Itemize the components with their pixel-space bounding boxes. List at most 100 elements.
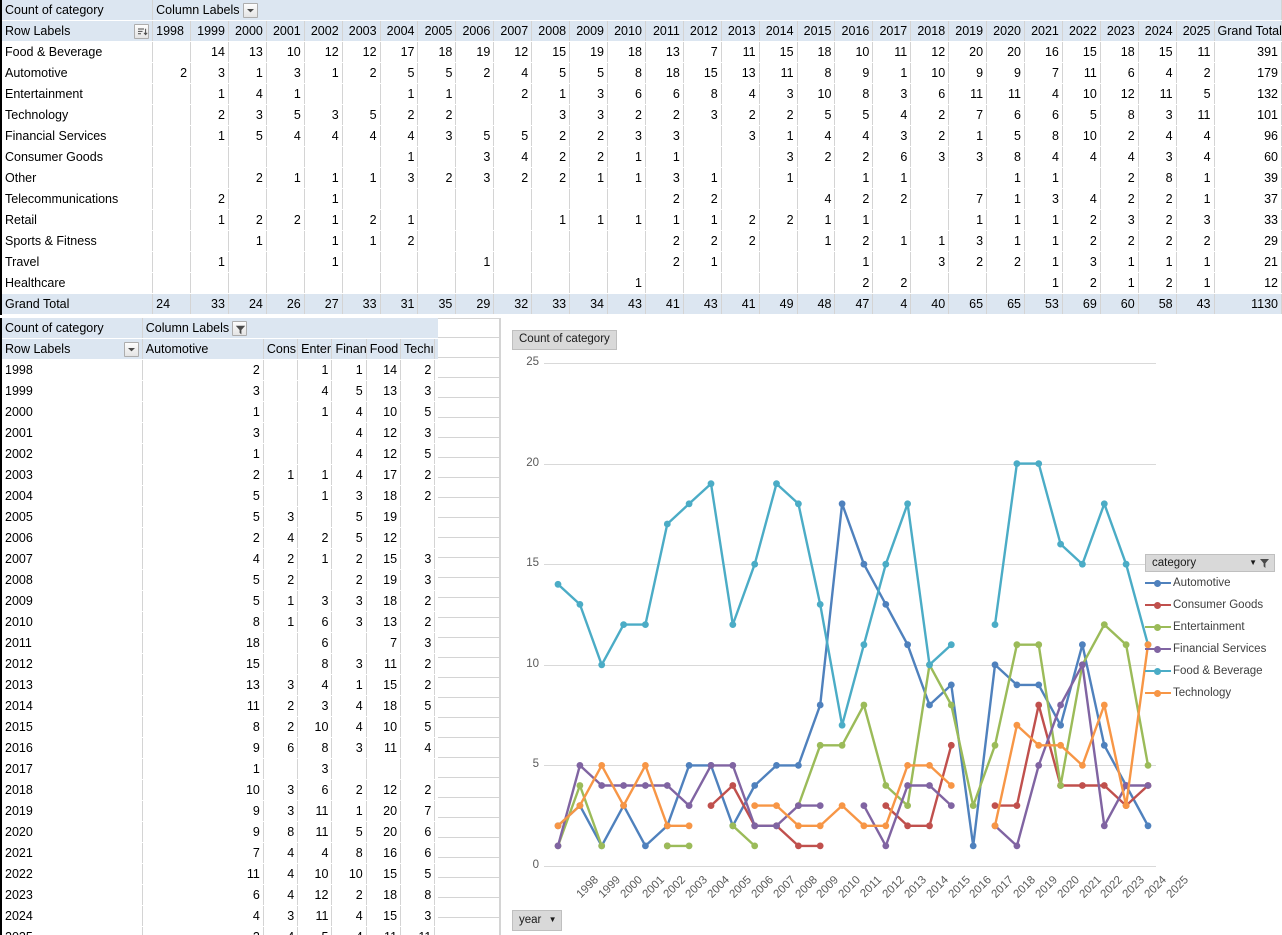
pivot2-cell[interactable]: 1 [331, 359, 367, 381]
pivot1-cell[interactable]: 3 [380, 167, 419, 189]
pivot-table-2[interactable]: Count of category Column Labels Row Labels… [0, 318, 501, 935]
empty-cell[interactable] [438, 438, 500, 458]
pivot2-cell[interactable]: 4 [142, 905, 264, 927]
pivot2-cell[interactable]: 2 [263, 548, 299, 570]
pivot1-cell[interactable] [417, 251, 457, 273]
pivot-table-1[interactable]: Count of category Column Labels Row Labels… [0, 0, 1282, 315]
pivot1-cell[interactable]: 1 [304, 209, 343, 231]
pivot1-cell[interactable] [872, 251, 912, 273]
table-row[interactable]: 2007421215327 [0, 548, 500, 570]
pivot1-cell[interactable]: 1 [1176, 272, 1215, 294]
pivot2-cell[interactable]: 18 [366, 695, 402, 717]
pivot2-cell[interactable]: 10 [366, 716, 402, 738]
table-row[interactable]: 20209811520659 [0, 821, 500, 843]
pivot1-col-header-2019[interactable]: 2019 [948, 20, 988, 42]
pivot2-cell[interactable]: 3 [400, 548, 436, 570]
pivot1-cell[interactable] [152, 104, 192, 126]
pivot2-cell[interactable]: 5 [400, 443, 436, 465]
pivot1-col-header-2006[interactable]: 2006 [455, 20, 495, 42]
empty-cell[interactable] [438, 698, 500, 718]
pivot1-cell[interactable]: 2 [1062, 272, 1101, 294]
pivot2-cell[interactable] [331, 758, 367, 780]
pivot1-cell[interactable]: 2 [910, 125, 950, 147]
pivot2-col-header[interactable]: Techı [400, 338, 436, 360]
pivot1-col-header-2021[interactable]: 2021 [1024, 20, 1063, 42]
pivot1-cell[interactable]: 5 [986, 125, 1025, 147]
pivot1-cell[interactable]: 15 [759, 41, 798, 63]
pivot2-cell[interactable]: 3 [400, 905, 436, 927]
pivot1-cell[interactable] [948, 167, 988, 189]
pivot1-row-label[interactable]: Financial Services [0, 125, 154, 147]
pivot2-cell[interactable]: 1 [297, 359, 333, 381]
chart-legend[interactable]: category ▼ Automotive Consumer Goods Enter… [1145, 554, 1275, 704]
pivot1-col-header-2022[interactable]: 2022 [1062, 20, 1101, 42]
pivot2-cell[interactable]: 4 [331, 464, 367, 486]
pivot2-cell[interactable]: 2 [142, 359, 264, 381]
pivot1-row-label[interactable]: Technology [0, 104, 154, 126]
pivot1-cell[interactable] [531, 188, 571, 210]
pivot2-row-labels-cell[interactable]: Row Labels [0, 338, 143, 360]
pivot1-cell[interactable]: 11 [759, 62, 798, 84]
pivot1-cell[interactable]: 8 [834, 83, 874, 105]
pivot1-cell[interactable]: 2 [1138, 272, 1177, 294]
pivot1-cell[interactable]: 7 [683, 41, 722, 63]
pivot1-cell[interactable]: 4 [797, 125, 836, 147]
pivot1-row-label[interactable]: Food & Beverage [0, 41, 154, 63]
pivot2-cell[interactable]: 12 [297, 884, 333, 906]
pivot1-row-label[interactable]: Retail [0, 209, 154, 231]
legend-item[interactable]: Technology [1145, 682, 1275, 704]
pivot2-cell[interactable]: 2 [400, 590, 436, 612]
pivot1-cell[interactable]: 2 [645, 251, 684, 273]
pivot1-cell[interactable]: 2 [493, 167, 533, 189]
legend-item[interactable]: Financial Services [1145, 638, 1275, 660]
pivot1-cell[interactable] [493, 188, 533, 210]
pivot1-cell[interactable] [152, 272, 192, 294]
pivot1-cell[interactable] [152, 251, 192, 273]
pivot2-cell[interactable]: 4 [297, 674, 333, 696]
pivot1-cell[interactable]: 1 [645, 209, 684, 231]
pivot1-cell[interactable]: 8 [797, 62, 836, 84]
pivot1-cell[interactable]: 1 [569, 167, 609, 189]
pivot2-cell[interactable]: 7 [366, 632, 402, 654]
pivot2-cell[interactable]: 15 [142, 653, 264, 675]
pivot1-cell[interactable]: 3 [1024, 188, 1063, 210]
pivot1-cell[interactable]: 1 [834, 251, 874, 273]
pivot2-cell[interactable] [263, 485, 299, 507]
pivot1-cell[interactable]: 12 [493, 41, 533, 63]
pivot1-cell[interactable]: 5 [569, 62, 609, 84]
pivot2-row-label[interactable]: 2000 [0, 401, 143, 423]
pivot1-cell[interactable] [721, 146, 760, 168]
pivot2-cell[interactable]: 4 [297, 380, 333, 402]
table-row[interactable]: 2021744816645 [0, 842, 500, 864]
pivot1-cell[interactable] [531, 230, 571, 252]
pivot1-cell[interactable]: 2 [266, 209, 305, 231]
pivot1-cell[interactable]: 1 [607, 209, 646, 231]
pivot1-cell[interactable]: 2 [1100, 167, 1139, 189]
pivot1-cell[interactable]: 1 [683, 251, 722, 273]
pivot1-cell[interactable]: 1 [1176, 251, 1215, 273]
pivot1-cell[interactable] [872, 209, 912, 231]
pivot2-cell[interactable]: 1 [297, 485, 333, 507]
pivot2-cell[interactable]: 11 [366, 926, 402, 935]
pivot1-col-header-2018[interactable]: 2018 [910, 20, 950, 42]
pivot1-cell[interactable]: 7 [948, 188, 988, 210]
table-row[interactable]: 20111867334 [0, 632, 500, 654]
pivot1-cell[interactable]: 5 [455, 125, 495, 147]
pivot2-row-label[interactable]: 2014 [0, 695, 143, 717]
pivot1-cell[interactable]: 7 [948, 104, 988, 126]
pivot1-cell[interactable] [683, 125, 722, 147]
pivot1-cell[interactable]: 2 [1176, 230, 1215, 252]
pivot1-cell[interactable]: 2 [1062, 230, 1101, 252]
pivot2-cell[interactable]: 9 [142, 800, 264, 822]
pivot1-cell[interactable] [417, 272, 457, 294]
pivot2-cell[interactable]: 3 [400, 380, 436, 402]
empty-cell[interactable] [438, 798, 500, 818]
pivot1-col-header-1998[interactable]: 1998 [152, 20, 192, 42]
pivot1-cell[interactable] [342, 188, 381, 210]
pivot1-cell[interactable] [190, 272, 229, 294]
pivot2-col-header[interactable]: Finan [331, 338, 367, 360]
pivot2-cell[interactable]: 9 [142, 821, 264, 843]
pivot2-cell[interactable]: 3 [400, 569, 436, 591]
empty-cell[interactable] [438, 518, 500, 538]
pivot1-cell[interactable] [455, 83, 495, 105]
